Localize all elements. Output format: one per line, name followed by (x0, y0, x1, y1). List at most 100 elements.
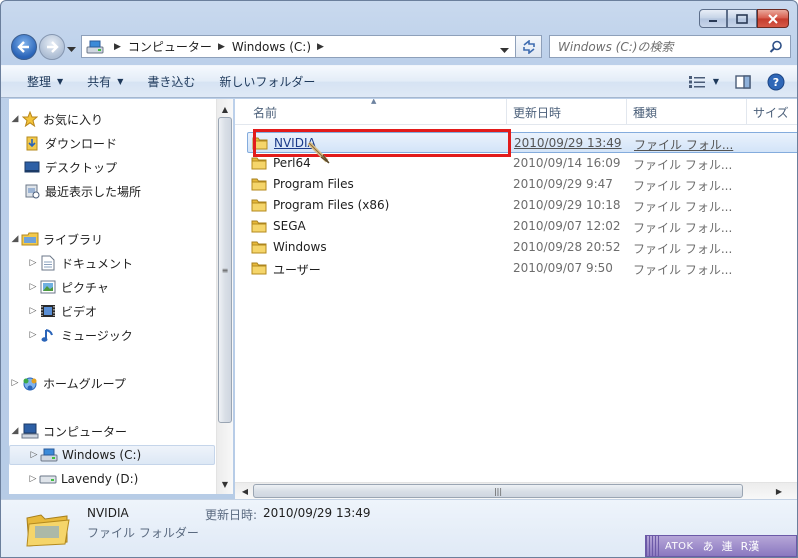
nav-drive-d[interactable]: ▷ Lavendy (D:) (9, 469, 215, 489)
breadcrumb-drive-c[interactable]: Windows (C:) (232, 40, 311, 54)
expand-icon[interactable]: ▷ (27, 282, 39, 292)
file-type: ファイル フォル... (633, 179, 733, 193)
file-row[interactable]: SEGA 2010/09/07 12:02 ファイル フォル... (247, 216, 797, 237)
file-type: ファイル フォル... (633, 221, 733, 235)
file-name[interactable]: ユーザー (273, 261, 321, 278)
expand-icon[interactable]: ▷ (27, 330, 39, 340)
file-row[interactable]: ユーザー 2010/09/07 9:50 ファイル フォル... (247, 258, 797, 279)
file-list-h-scrollbar[interactable]: ◀ ||| ▶ (235, 482, 797, 499)
nav-drive-c-label: Windows (C:) (62, 448, 142, 462)
nav-homegroup[interactable]: ▷ ホームグループ (9, 373, 215, 393)
preview-pane-button[interactable] (735, 74, 751, 89)
homegroup-icon (21, 375, 39, 391)
help-icon: ? (767, 73, 785, 90)
file-row[interactable]: Program Files 2010/09/29 9:47 ファイル フォル... (247, 174, 797, 195)
breadcrumb-separator-icon[interactable]: ▶ (317, 42, 324, 52)
expand-icon[interactable]: ▷ (9, 378, 21, 388)
close-button[interactable] (757, 9, 789, 28)
column-size[interactable]: サイズ (747, 99, 797, 125)
breadcrumb-separator-icon[interactable]: ▶ (114, 42, 121, 52)
recent-pages-dropdown[interactable] (67, 42, 76, 56)
view-options-button[interactable]: ▼ (688, 75, 719, 88)
nav-pane-scrollbar[interactable]: ▲ ≡ ▼ (216, 99, 233, 494)
file-name[interactable]: Program Files (x86) (273, 198, 389, 212)
details-modified-value: 2010/09/29 13:49 (263, 506, 371, 520)
expand-icon[interactable]: ▷ (28, 450, 40, 460)
help-button[interactable]: ? (767, 73, 785, 91)
search-box[interactable] (549, 35, 791, 58)
minimize-button[interactable] (699, 9, 727, 28)
file-name[interactable]: Program Files (273, 177, 354, 191)
file-type: ファイル フォル... (633, 200, 733, 214)
h-scroll-thumb[interactable]: ||| (253, 484, 743, 498)
library-icon (21, 231, 39, 247)
organize-label: 整理 (27, 75, 52, 89)
nav-downloads[interactable]: ダウンロード (9, 133, 215, 153)
ime-toolbar[interactable]: ATOK あ 連 R漢 (645, 535, 797, 557)
column-headers: ▲ 名前 更新日時 種類 サイズ (235, 99, 797, 125)
nav-desktop[interactable]: デスクトップ (9, 157, 215, 177)
nav-libraries[interactable]: ◢ ライブラリ (9, 229, 215, 249)
ime-label[interactable]: ATOK (660, 541, 699, 552)
file-name[interactable]: Perl64 (273, 156, 311, 170)
column-name[interactable]: 名前 (247, 99, 507, 125)
nav-recent[interactable]: 最近表示した場所 (9, 181, 215, 201)
file-name[interactable]: Windows (273, 240, 327, 254)
nav-music[interactable]: ▷ ミュージック (9, 325, 215, 345)
address-history-dropdown[interactable] (500, 43, 509, 57)
expand-icon[interactable]: ▷ (27, 306, 39, 316)
breadcrumb-separator-icon[interactable]: ▶ (218, 42, 225, 52)
annotation-highlight-box (253, 129, 511, 157)
scroll-thumb[interactable]: ≡ (218, 117, 232, 423)
refresh-button[interactable] (516, 35, 542, 58)
grip-icon: ||| (493, 486, 503, 496)
video-icon (39, 303, 57, 319)
file-modified: 2010/09/29 13:49 (514, 136, 622, 150)
ime-conversion-mode[interactable]: 連 (718, 538, 737, 554)
scroll-down-icon[interactable]: ▼ (217, 476, 233, 492)
nav-computer[interactable]: ◢ コンピューター (9, 421, 215, 441)
new-folder-button[interactable]: 新しいフォルダー (207, 66, 327, 97)
ime-kanji-mode[interactable]: R漢 (737, 538, 764, 554)
expand-icon[interactable]: ▷ (27, 258, 39, 268)
nav-favorites[interactable]: ◢ お気に入り (9, 109, 215, 129)
share-menu[interactable]: 共有 ▼ (75, 66, 135, 97)
pictures-icon (39, 279, 57, 295)
back-button[interactable] (11, 34, 37, 60)
nav-downloads-label: ダウンロード (45, 136, 118, 151)
scroll-left-icon[interactable]: ◀ (237, 483, 253, 499)
burn-label: 書き込む (147, 75, 196, 89)
nav-pictures[interactable]: ▷ ピクチャ (9, 277, 215, 297)
collapse-icon[interactable]: ◢ (9, 234, 21, 244)
column-modified[interactable]: 更新日時 (507, 99, 627, 125)
nav-drive-c[interactable]: ▷ Windows (C:) (9, 445, 215, 465)
address-bar[interactable]: ▶ コンピューター ▶ Windows (C:) ▶ (81, 35, 516, 58)
maximize-button[interactable] (727, 9, 757, 28)
grip-icon: ≡ (221, 265, 229, 275)
collapse-icon[interactable]: ◢ (9, 114, 21, 124)
nav-drive-d-label: Lavendy (D:) (61, 472, 139, 486)
column-type[interactable]: 種類 (627, 99, 747, 125)
ime-input-mode[interactable]: あ (699, 538, 718, 554)
chevron-down-icon: ▼ (712, 77, 719, 86)
search-icon[interactable] (769, 40, 783, 57)
command-bar: 整理 ▼ 共有 ▼ 書き込む 新しいフォルダー ▼ ? (1, 65, 797, 98)
nav-videos[interactable]: ▷ ビデオ (9, 301, 215, 321)
file-row[interactable]: Program Files (x86) 2010/09/29 10:18 ファイル … (247, 195, 797, 216)
file-row[interactable]: Windows 2010/09/28 20:52 ファイル フォル... (247, 237, 797, 258)
column-type-label: 種類 (633, 105, 658, 120)
forward-button[interactable] (39, 34, 65, 60)
search-input[interactable] (558, 39, 758, 54)
expand-icon[interactable]: ▷ (27, 474, 39, 484)
breadcrumb-computer[interactable]: コンピューター (128, 38, 212, 55)
collapse-icon[interactable]: ◢ (9, 426, 21, 436)
burn-button[interactable]: 書き込む (135, 66, 207, 97)
scroll-up-icon[interactable]: ▲ (217, 101, 233, 117)
scroll-right-icon[interactable]: ▶ (771, 483, 787, 499)
nav-documents[interactable]: ▷ ドキュメント (9, 253, 215, 273)
svg-text:?: ? (773, 76, 779, 89)
file-name[interactable]: SEGA (273, 219, 306, 233)
arrow-left-icon (17, 41, 29, 53)
organize-menu[interactable]: 整理 ▼ (1, 66, 75, 97)
ime-grip[interactable] (646, 536, 660, 556)
